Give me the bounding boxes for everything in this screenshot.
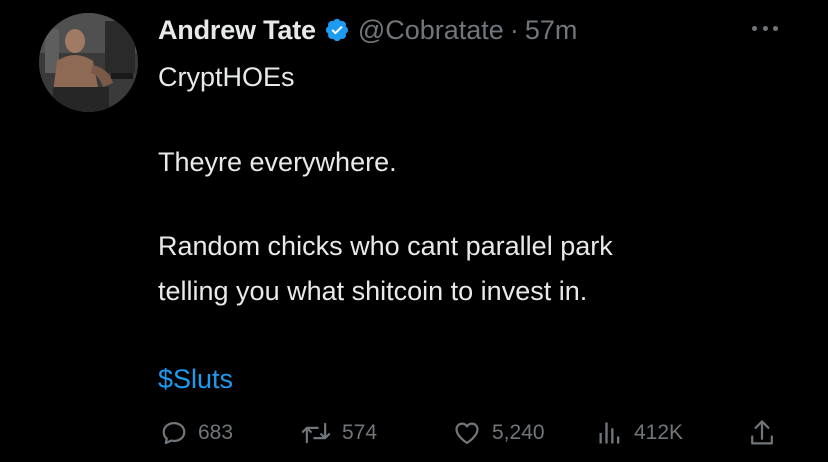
views-count: 412K bbox=[634, 421, 684, 444]
views-icon bbox=[599, 422, 620, 444]
tweet-text-line: Theyre everywhere. bbox=[158, 147, 397, 177]
retweet-button[interactable]: 574 bbox=[300, 415, 377, 451]
reply-icon bbox=[162, 421, 186, 445]
handle[interactable]: @Cobratate bbox=[358, 15, 504, 46]
tweet-text-line: CryptHOEs bbox=[158, 62, 295, 92]
share-icon bbox=[751, 420, 773, 445]
reply-count: 683 bbox=[198, 421, 234, 444]
verified-badge-icon bbox=[324, 17, 350, 43]
display-name[interactable]: Andrew Tate bbox=[158, 15, 316, 46]
tweet-text-line: Random chicks who cant parallel park bbox=[158, 231, 613, 261]
like-button[interactable]: 5,240 bbox=[452, 415, 545, 451]
cashtag-link[interactable]: $Sluts bbox=[158, 362, 233, 396]
tweet-header: Andrew Tate @Cobratate · 57m bbox=[158, 10, 577, 50]
tweet-text-line: telling you what shitcoin to invest in. bbox=[158, 276, 588, 306]
separator-dot: · bbox=[509, 14, 519, 45]
more-options-icon[interactable] bbox=[752, 24, 778, 32]
reply-button[interactable]: 683 bbox=[160, 415, 233, 451]
heart-icon bbox=[455, 422, 479, 445]
share-button[interactable] bbox=[748, 415, 776, 451]
timestamp[interactable]: 57m bbox=[525, 15, 578, 46]
views-button[interactable]: 412K bbox=[596, 415, 683, 451]
tweet[interactable]: Andrew Tate @Cobratate · 57m CryptHOEs T… bbox=[0, 0, 828, 462]
retweet-icon bbox=[301, 422, 331, 444]
action-bar: 683 574 5,240 412K bbox=[0, 415, 828, 451]
like-count: 5,240 bbox=[492, 421, 545, 444]
retweet-count: 574 bbox=[342, 421, 378, 444]
avatar[interactable] bbox=[39, 13, 138, 112]
